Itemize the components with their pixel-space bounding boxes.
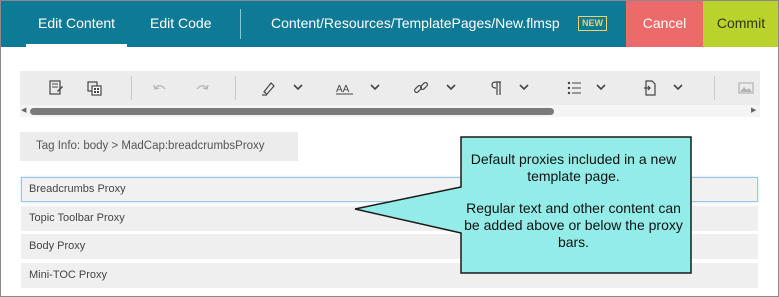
callout-line-1: Default proxies included in a new templa… xyxy=(470,151,677,184)
editor-top-bar: Edit Content Edit Code Content/Resources… xyxy=(1,1,778,47)
topbar-divider xyxy=(240,9,241,39)
paragraph-icon[interactable] xyxy=(487,79,507,97)
editor-toolbar: AA xyxy=(20,71,760,105)
link-icon[interactable] xyxy=(411,79,431,97)
chevron-down-icon[interactable] xyxy=(291,80,305,94)
insert-file-icon[interactable] xyxy=(640,79,660,97)
chevron-down-icon[interactable] xyxy=(594,80,608,94)
insert-variable-icon[interactable] xyxy=(85,79,105,97)
font-format-icon[interactable]: AA xyxy=(335,79,355,97)
file-path: Content/Resources/TemplatePages/New.flms… xyxy=(271,15,560,31)
cancel-button[interactable]: Cancel xyxy=(626,1,703,47)
chevron-down-icon[interactable] xyxy=(671,80,685,94)
tab-edit-code[interactable]: Edit Code xyxy=(138,1,223,47)
tag-info-label: Tag Info: xyxy=(36,140,81,152)
chevron-down-icon[interactable] xyxy=(517,80,531,94)
highlight-icon[interactable] xyxy=(258,79,278,97)
list-icon[interactable] xyxy=(564,79,584,97)
image-icon[interactable] xyxy=(736,79,756,97)
chevron-down-icon[interactable] xyxy=(368,80,382,94)
chevron-down-icon[interactable] xyxy=(444,80,458,94)
callout-text: Default proxies included in a new templa… xyxy=(461,151,686,251)
scrollbar-thumb[interactable] xyxy=(30,108,554,115)
editor-frame: Edit Content Edit Code Content/Resources… xyxy=(0,0,779,297)
insert-snippet-icon[interactable] xyxy=(46,79,66,97)
callout-line-2: Regular text and other content can be ad… xyxy=(464,200,683,250)
scroll-left-icon[interactable]: ◀ xyxy=(21,107,29,115)
svg-text:AA: AA xyxy=(336,84,350,95)
tag-info-separator: > xyxy=(111,140,119,152)
tag-info-child[interactable]: MadCap:breadcrumbsProxy xyxy=(121,140,264,152)
toolbar-separator xyxy=(131,76,132,100)
toolbar-scrollbar[interactable]: ◀ ▶ xyxy=(20,105,760,117)
toolbar-separator xyxy=(235,76,236,100)
tag-info-breadcrumb: Tag Info: body > MadCap:breadcrumbsProxy xyxy=(20,132,298,161)
toolbar-separator xyxy=(714,76,715,100)
tab-edit-content[interactable]: Edit Content xyxy=(26,1,128,47)
redo-icon[interactable] xyxy=(192,79,212,97)
tag-info-tag[interactable]: body xyxy=(83,140,108,152)
undo-icon[interactable] xyxy=(150,79,170,97)
scroll-right-icon[interactable]: ▶ xyxy=(751,107,759,115)
commit-button[interactable]: Commit xyxy=(703,1,778,47)
new-badge: NEW xyxy=(578,16,607,31)
